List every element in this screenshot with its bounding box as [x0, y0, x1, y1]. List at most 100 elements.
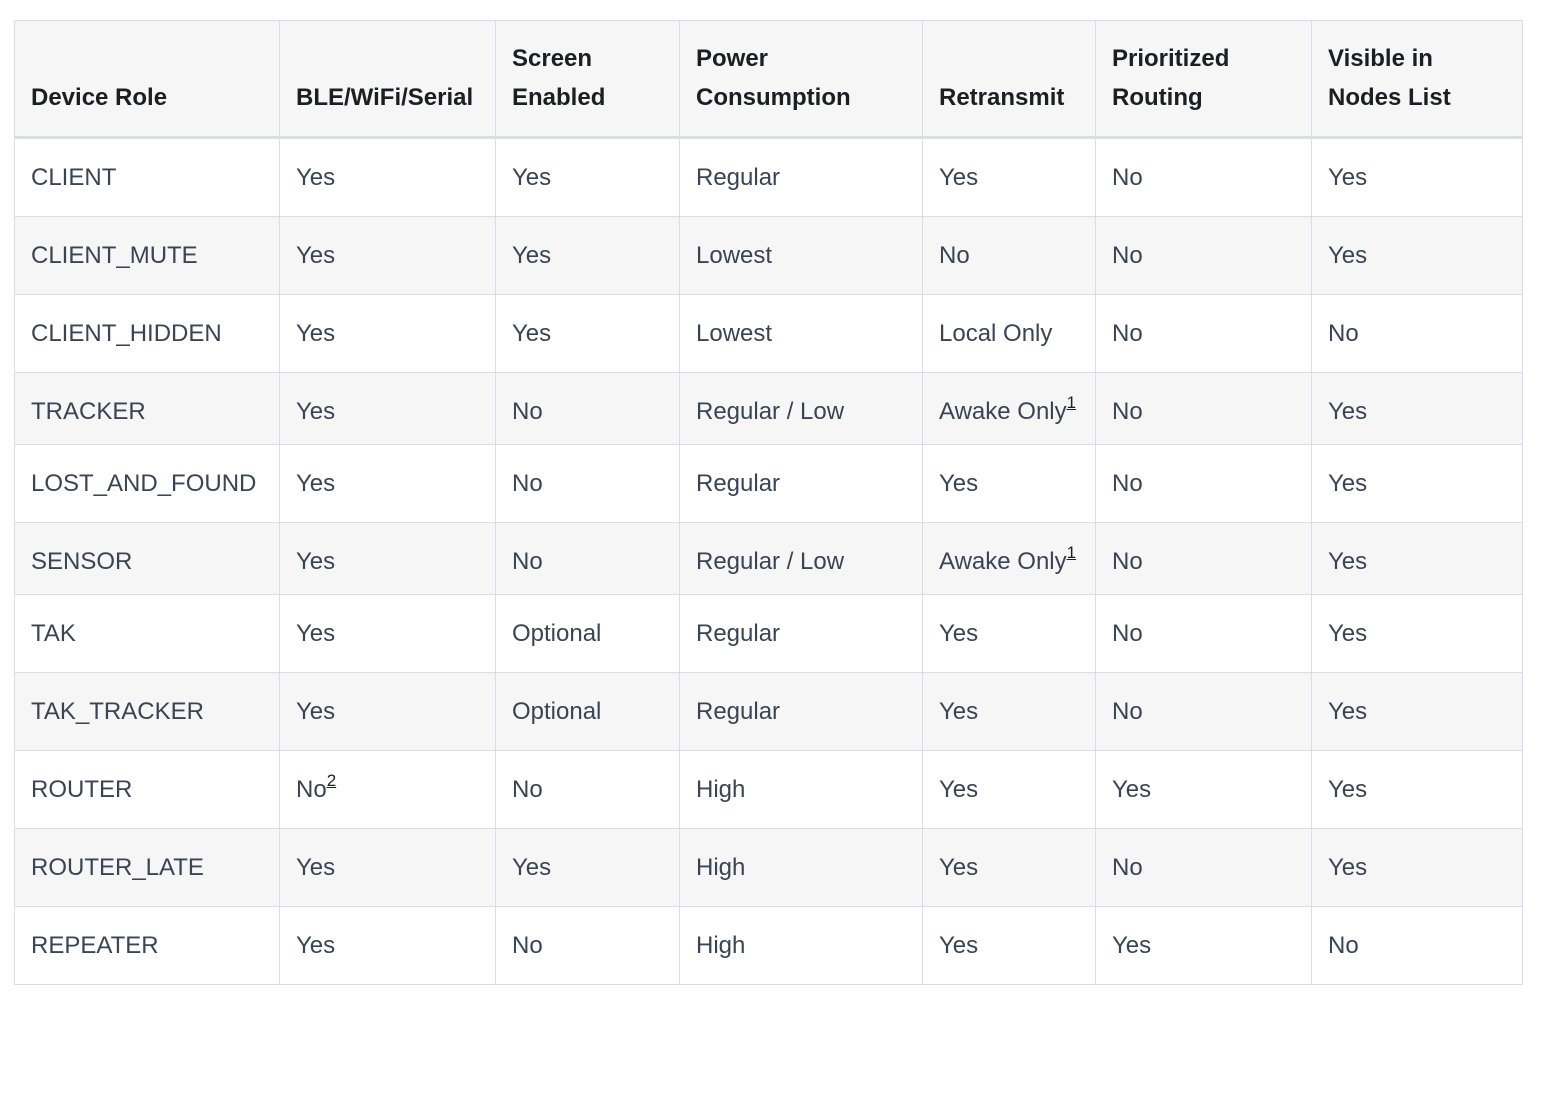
cell-role: TAK: [14, 594, 280, 673]
header-screen-enabled: Screen Enabled: [495, 20, 680, 139]
cell-screen: No: [495, 444, 680, 523]
cell-routing: No: [1095, 216, 1312, 295]
cell-power: High: [679, 750, 923, 829]
cell-routing: No: [1095, 672, 1312, 751]
cell-visible: No: [1311, 294, 1523, 373]
table-row: LOST_AND_FOUND Yes No Regular Yes No Yes: [14, 444, 1523, 523]
cell-routing: No: [1095, 444, 1312, 523]
cell-routing: Yes: [1095, 750, 1312, 829]
cell-screen: No: [495, 906, 680, 985]
cell-routing: No: [1095, 137, 1312, 217]
cell-power: Regular: [679, 137, 923, 217]
cell-role: CLIENT_MUTE: [14, 216, 280, 295]
cell-power: Regular / Low: [679, 372, 923, 445]
header-device-role: Device Role: [14, 20, 280, 139]
cell-power: High: [679, 828, 923, 907]
cell-screen: Yes: [495, 828, 680, 907]
cell-routing: No: [1095, 372, 1312, 445]
cell-power: Regular: [679, 672, 923, 751]
table-row: TAK_TRACKER Yes Optional Regular Yes No …: [14, 672, 1523, 751]
cell-visible: Yes: [1311, 372, 1523, 445]
cell-visible: Yes: [1311, 828, 1523, 907]
header-row: Device Role BLE/WiFi/Serial Screen Enabl…: [14, 20, 1523, 139]
cell-ble: Yes: [279, 444, 496, 523]
cell-retransmit: Yes: [922, 750, 1096, 829]
cell-retransmit: Awake Only1: [922, 522, 1096, 595]
cell-ble: Yes: [279, 216, 496, 295]
cell-routing: No: [1095, 594, 1312, 673]
table-header: Device Role BLE/WiFi/Serial Screen Enabl…: [14, 20, 1523, 139]
table-row: SENSOR Yes No Regular / Low Awake Only1 …: [14, 522, 1523, 595]
table-row: ROUTER No2 No High Yes Yes Yes: [14, 750, 1523, 829]
footnote-link[interactable]: 2: [327, 771, 336, 790]
cell-screen: No: [495, 750, 680, 829]
footnote-link[interactable]: 1: [1067, 393, 1076, 412]
cell-ble: Yes: [279, 906, 496, 985]
cell-visible: Yes: [1311, 750, 1523, 829]
header-ble-wifi-serial: BLE/WiFi/Serial: [279, 20, 496, 139]
cell-screen: No: [495, 372, 680, 445]
footnote-ref[interactable]: 1: [1067, 543, 1076, 562]
cell-screen: Optional: [495, 672, 680, 751]
cell-power: Lowest: [679, 216, 923, 295]
table-row: TRACKER Yes No Regular / Low Awake Only1…: [14, 372, 1523, 445]
cell-retransmit: Awake Only1: [922, 372, 1096, 445]
cell-power: High: [679, 906, 923, 985]
retransmit-text: Awake Only: [939, 548, 1067, 575]
cell-screen: Yes: [495, 137, 680, 217]
cell-visible: Yes: [1311, 216, 1523, 295]
cell-screen: Yes: [495, 294, 680, 373]
cell-role: TRACKER: [14, 372, 280, 445]
cell-role: ROUTER_LATE: [14, 828, 280, 907]
cell-visible: No: [1311, 906, 1523, 985]
cell-visible: Yes: [1311, 137, 1523, 217]
cell-role: CLIENT: [14, 137, 280, 217]
footnote-link[interactable]: 1: [1067, 543, 1076, 562]
header-power-consumption: Power Consumption: [679, 20, 923, 139]
cell-role: ROUTER: [14, 750, 280, 829]
cell-retransmit: No: [922, 216, 1096, 295]
cell-ble: Yes: [279, 372, 496, 445]
cell-visible: Yes: [1311, 522, 1523, 595]
cell-ble: No2: [279, 750, 496, 829]
cell-screen: No: [495, 522, 680, 595]
cell-routing: No: [1095, 522, 1312, 595]
cell-routing: Yes: [1095, 906, 1312, 985]
cell-role: SENSOR: [14, 522, 280, 595]
cell-ble: Yes: [279, 522, 496, 595]
device-roles-table: Device Role BLE/WiFi/Serial Screen Enabl…: [14, 20, 1523, 985]
table-row: REPEATER Yes No High Yes Yes No: [14, 906, 1523, 985]
cell-ble: Yes: [279, 137, 496, 217]
cell-visible: Yes: [1311, 444, 1523, 523]
cell-role: TAK_TRACKER: [14, 672, 280, 751]
cell-retransmit: Yes: [922, 672, 1096, 751]
cell-visible: Yes: [1311, 594, 1523, 673]
cell-role: REPEATER: [14, 906, 280, 985]
footnote-ref[interactable]: 1: [1067, 393, 1076, 412]
header-prioritized-routing: Prioritized Routing: [1095, 20, 1312, 139]
table-body: CLIENT Yes Yes Regular Yes No Yes CLIENT…: [14, 137, 1523, 985]
cell-power: Regular: [679, 594, 923, 673]
header-visible-in-nodes-list: Visible in Nodes List: [1311, 20, 1523, 139]
retransmit-text: Awake Only: [939, 398, 1067, 425]
cell-ble: Yes: [279, 672, 496, 751]
table-row: CLIENT_MUTE Yes Yes Lowest No No Yes: [14, 216, 1523, 295]
cell-power: Lowest: [679, 294, 923, 373]
cell-retransmit: Yes: [922, 906, 1096, 985]
cell-routing: No: [1095, 828, 1312, 907]
cell-screen: Optional: [495, 594, 680, 673]
cell-routing: No: [1095, 294, 1312, 373]
cell-ble: Yes: [279, 594, 496, 673]
cell-power: Regular / Low: [679, 522, 923, 595]
cell-ble: Yes: [279, 294, 496, 373]
cell-retransmit: Local Only: [922, 294, 1096, 373]
cell-role: LOST_AND_FOUND: [14, 444, 280, 523]
cell-retransmit: Yes: [922, 444, 1096, 523]
ble-text: No: [296, 776, 327, 803]
footnote-ref[interactable]: 2: [327, 771, 336, 790]
table-row: ROUTER_LATE Yes Yes High Yes No Yes: [14, 828, 1523, 907]
table-row: CLIENT_HIDDEN Yes Yes Lowest Local Only …: [14, 294, 1523, 373]
table-row: CLIENT Yes Yes Regular Yes No Yes: [14, 137, 1523, 217]
cell-screen: Yes: [495, 216, 680, 295]
cell-ble: Yes: [279, 828, 496, 907]
